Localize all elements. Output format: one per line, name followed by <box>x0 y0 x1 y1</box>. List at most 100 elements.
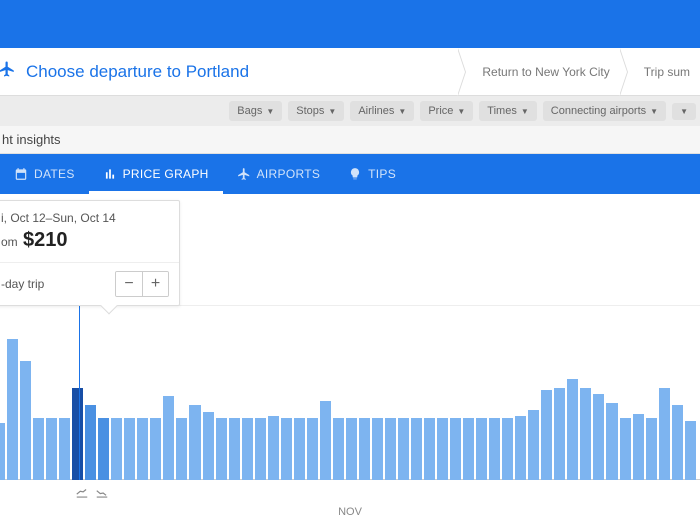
chevron-right-icon <box>458 48 472 96</box>
filter-price[interactable]: Price▼ <box>420 101 473 121</box>
price-graph-chart: i, Oct 12–Sun, Oct 14 om $210 -day trip … <box>0 194 700 524</box>
insights-header: ht insights <box>0 126 700 154</box>
tab-airports[interactable]: AIRPORTS <box>223 154 335 194</box>
price-bar[interactable] <box>502 418 513 480</box>
price-bar[interactable] <box>411 418 422 480</box>
price-bar[interactable] <box>672 405 683 480</box>
chevron-down-icon: ▼ <box>680 107 688 116</box>
tab-price-graph[interactable]: PRICE GRAPH <box>89 154 223 194</box>
price-tooltip: i, Oct 12–Sun, Oct 14 om $210 -day trip … <box>0 200 180 306</box>
chevron-down-icon: ▼ <box>328 107 336 116</box>
price-bar[interactable] <box>85 405 96 480</box>
price-bar[interactable] <box>46 418 57 480</box>
calendar-icon <box>14 167 28 181</box>
price-bar[interactable] <box>450 418 461 480</box>
price-bar[interactable] <box>242 418 253 480</box>
filter-stops[interactable]: Stops▼ <box>288 101 344 121</box>
chevron-down-icon: ▼ <box>457 107 465 116</box>
bar-chart-icon <box>103 167 117 181</box>
plane-icon <box>237 167 251 181</box>
price-bar[interactable] <box>359 418 370 480</box>
filter-bags[interactable]: Bags▼ <box>229 101 282 121</box>
trip-length-label: -day trip <box>1 277 44 291</box>
chevron-down-icon: ▼ <box>650 107 658 116</box>
price-bar[interactable] <box>137 418 148 480</box>
price-bar[interactable] <box>203 412 214 480</box>
price-bar[interactable] <box>659 388 670 480</box>
price-bar[interactable] <box>567 379 578 480</box>
price-bar[interactable] <box>541 390 552 480</box>
tab-tips[interactable]: TIPS <box>334 154 410 194</box>
price-bar[interactable] <box>398 418 409 480</box>
price-bar[interactable] <box>463 418 474 480</box>
price-bar[interactable] <box>346 418 357 480</box>
increment-button[interactable]: + <box>142 272 168 296</box>
price-bar[interactable] <box>229 418 240 480</box>
price-bar[interactable] <box>620 418 631 480</box>
price-bar[interactable] <box>20 361 31 480</box>
price-bar[interactable] <box>163 396 174 480</box>
price-bar[interactable] <box>33 418 44 480</box>
price-bar[interactable] <box>685 421 696 480</box>
depart-return-icons <box>75 486 109 500</box>
price-bar[interactable] <box>176 418 187 480</box>
filter-more[interactable]: ▼ <box>672 103 696 120</box>
price-bar[interactable] <box>646 418 657 480</box>
price-bar[interactable] <box>593 394 604 480</box>
price-bar[interactable] <box>476 418 487 480</box>
price-bar[interactable] <box>111 418 122 480</box>
price-bar[interactable] <box>7 339 18 480</box>
price-bar[interactable] <box>606 403 617 480</box>
price-bar[interactable] <box>255 418 266 480</box>
price-bar[interactable] <box>59 418 70 480</box>
price-bar[interactable] <box>424 418 435 480</box>
filter-times[interactable]: Times▼ <box>479 101 536 121</box>
price-bar[interactable] <box>281 418 292 480</box>
price-bar[interactable] <box>294 418 305 480</box>
price-bar[interactable] <box>320 401 331 480</box>
selection-line <box>79 286 80 480</box>
chevron-right-icon <box>620 48 634 96</box>
price-bar[interactable] <box>216 418 227 480</box>
price-bar[interactable] <box>515 416 526 480</box>
price-bar[interactable] <box>98 418 109 480</box>
plane-icon <box>0 60 16 83</box>
price-bar[interactable] <box>333 418 344 480</box>
breadcrumb-return[interactable]: Return to New York City <box>472 48 619 95</box>
tooltip-from: om $210 <box>1 229 169 252</box>
breadcrumb-trip-summary[interactable]: Trip sum <box>634 48 700 95</box>
lightbulb-icon <box>348 167 362 181</box>
price-bar[interactable] <box>385 418 396 480</box>
price-bar[interactable] <box>0 423 5 480</box>
price-bar[interactable] <box>633 414 644 480</box>
price-bar[interactable] <box>372 418 383 480</box>
header-row: Choose departure to Portland Return to N… <box>0 48 700 96</box>
page-title: Choose departure to Portland <box>24 62 458 82</box>
price-bar[interactable] <box>307 418 318 480</box>
breadcrumb: Return to New York City Trip sum <box>458 48 700 95</box>
return-icon <box>95 486 109 500</box>
filter-bar: Bags▼ Stops▼ Airlines▼ Price▼ Times▼ Con… <box>0 96 700 126</box>
price-bar[interactable] <box>437 418 448 480</box>
price-bar[interactable] <box>580 388 591 480</box>
tab-bar: DATES PRICE GRAPH AIRPORTS TIPS <box>0 154 700 194</box>
bars-container <box>0 304 696 480</box>
tooltip-price: $210 <box>23 229 68 251</box>
depart-icon <box>75 486 89 500</box>
chevron-down-icon: ▼ <box>266 107 274 116</box>
price-bar[interactable] <box>528 410 539 480</box>
app-topbar <box>0 0 700 48</box>
filter-airlines[interactable]: Airlines▼ <box>350 101 414 121</box>
decrement-button[interactable]: − <box>116 272 142 296</box>
chevron-down-icon: ▼ <box>398 107 406 116</box>
tab-dates[interactable]: DATES <box>0 154 89 194</box>
price-bar[interactable] <box>150 418 161 480</box>
price-bar[interactable] <box>189 405 200 480</box>
price-bar[interactable] <box>489 418 500 480</box>
price-bar[interactable] <box>554 388 565 480</box>
filter-connecting-airports[interactable]: Connecting airports▼ <box>543 101 666 121</box>
x-axis-month: NOV <box>0 506 700 518</box>
chevron-down-icon: ▼ <box>521 107 529 116</box>
price-bar[interactable] <box>124 418 135 480</box>
price-bar[interactable] <box>268 416 279 480</box>
